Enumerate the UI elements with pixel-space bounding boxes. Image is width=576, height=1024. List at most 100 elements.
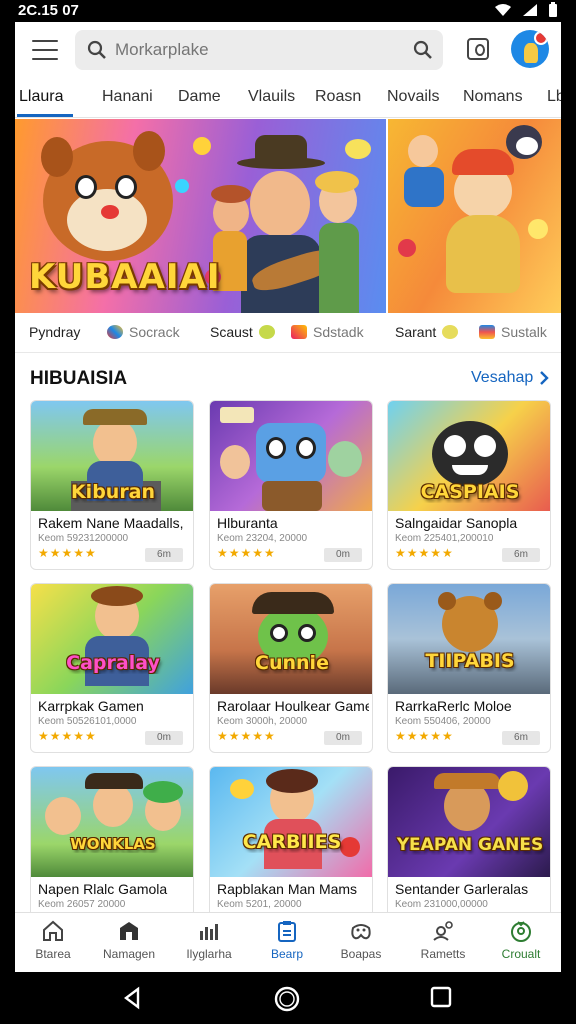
strip-item-sarant[interactable]: Sarant bbox=[395, 324, 459, 340]
clipboard-icon bbox=[278, 921, 296, 942]
top-bar bbox=[15, 22, 561, 78]
game-size: 0m bbox=[324, 548, 362, 562]
game-thumbnail: CARBIIES bbox=[210, 767, 372, 877]
game-card[interactable]: Cunnie Rarolaar Houlkear Game Keom 3000h… bbox=[209, 583, 373, 753]
sustalk-icon bbox=[479, 325, 495, 339]
bottom-nav: Btarea Namagen Ilyglarha Bearp Boapas Ra… bbox=[15, 912, 561, 972]
game-name: Salngaidar Sanopla bbox=[395, 515, 518, 531]
system-navigation-bar bbox=[0, 972, 576, 1024]
game-thumbnail: Kiburan bbox=[31, 401, 193, 511]
game-thumbnail: CASPIAIS bbox=[388, 401, 550, 511]
search-icon bbox=[87, 40, 106, 59]
star-rating: ★★★★★ bbox=[38, 729, 97, 743]
sdstadk-icon bbox=[291, 325, 307, 339]
game-size: 6m bbox=[502, 731, 540, 745]
game-meta: Keom 26057 20000 bbox=[38, 899, 126, 910]
game-name: Rakem Nane Maadalls, bbox=[38, 515, 184, 531]
app-window: Llaura Hanani Dame Vlauils Roasn Novails… bbox=[15, 22, 561, 972]
game-card[interactable]: CASPIAIS Salngaidar Sanopla Keom 225401,… bbox=[387, 400, 551, 570]
tab-llaura[interactable]: Llaura bbox=[19, 88, 63, 106]
game-card[interactable]: Hlburanta Keom 23204, 20000 ★★★★★ 0m bbox=[209, 400, 373, 570]
game-meta: Keom 5201, 20000 bbox=[217, 899, 302, 910]
game-name: Sentander Garleralas bbox=[395, 881, 529, 897]
banner-side-image[interactable] bbox=[388, 119, 561, 313]
tab-indicator bbox=[17, 114, 73, 117]
game-card[interactable]: CARBIIES Rapblakan Man Mams Keom 5201, 2… bbox=[209, 766, 373, 936]
game-thumbnail: Cunnie bbox=[210, 584, 372, 694]
chart-icon bbox=[200, 924, 218, 940]
menu-icon[interactable] bbox=[29, 36, 61, 64]
game-meta: Keom 59231200000 bbox=[38, 533, 129, 544]
avatar[interactable] bbox=[511, 30, 549, 68]
search-input[interactable] bbox=[115, 30, 405, 70]
game-meta: Keom 23204, 20000 bbox=[217, 533, 308, 544]
tab-novails[interactable]: Novails bbox=[387, 88, 439, 106]
tab-nomans[interactable]: Nomans bbox=[463, 88, 523, 106]
star-rating: ★★★★★ bbox=[217, 729, 276, 743]
game-name: Hlburanta bbox=[217, 515, 278, 531]
home-button-icon[interactable] bbox=[274, 986, 300, 1012]
game-card[interactable]: WONKLAS Napen Rlalc Gamola Keom 26057 20… bbox=[30, 766, 194, 936]
sarant-icon bbox=[442, 325, 459, 339]
tab-vlauils[interactable]: Vlauils bbox=[248, 88, 295, 106]
game-name: Karrpkak Gamen bbox=[38, 698, 144, 714]
nav-croualt[interactable]: Croualt bbox=[483, 919, 559, 961]
game-meta: Keom 225401,200010 bbox=[395, 533, 494, 544]
bag-icon[interactable] bbox=[467, 38, 489, 60]
game-card[interactable]: Kiburan Rakem Nane Maadalls, Keom 592312… bbox=[30, 400, 194, 570]
search-submit-icon[interactable] bbox=[413, 40, 433, 60]
strip-item-sustalk[interactable]: Sustalk bbox=[479, 324, 547, 340]
strip-item-pyndray[interactable]: Pyndray bbox=[29, 324, 80, 340]
status-bar: 2C.15 07 bbox=[0, 0, 576, 22]
scaust-icon bbox=[258, 325, 275, 339]
category-tabs: Llaura Hanani Dame Vlauils Roasn Novails… bbox=[15, 78, 561, 118]
tab-dame[interactable]: Dame bbox=[178, 88, 221, 106]
game-thumbnail: TIIPABIS bbox=[388, 584, 550, 694]
socrack-icon bbox=[107, 325, 123, 339]
signal-icon bbox=[523, 4, 537, 16]
battery-icon bbox=[549, 2, 557, 17]
game-thumbnail: WONKLAS bbox=[31, 767, 193, 877]
nav-home[interactable]: Btarea bbox=[15, 919, 91, 961]
banner-main-image[interactable]: KUBAAIAI bbox=[15, 119, 386, 313]
banner-title: KUBAAIAI bbox=[29, 257, 221, 297]
game-size: 0m bbox=[324, 731, 362, 745]
alert-person-icon bbox=[433, 921, 453, 941]
notification-dot bbox=[534, 31, 548, 45]
nav-boapas[interactable]: Boapas bbox=[323, 919, 399, 961]
search-box[interactable] bbox=[75, 30, 443, 70]
strip-item-sdstadk[interactable]: Sdstadk bbox=[291, 324, 364, 340]
strip-item-scaust[interactable]: Scaust bbox=[210, 324, 275, 340]
home-icon bbox=[43, 920, 63, 941]
star-rating: ★★★★★ bbox=[395, 546, 454, 560]
game-size: 6m bbox=[145, 548, 183, 562]
game-card[interactable]: TIIPABIS RarrkaRerlc Moloe Keom 550406, … bbox=[387, 583, 551, 753]
nav-ilyglarha[interactable]: Ilyglarha bbox=[171, 919, 247, 961]
game-name: Rarolaar Houlkear Game bbox=[217, 698, 369, 714]
view-all-link[interactable]: Vesahap bbox=[471, 369, 549, 387]
back-icon[interactable] bbox=[120, 986, 144, 1010]
strip-item-socrack[interactable]: Socrack bbox=[107, 324, 180, 340]
nav-rametts[interactable]: Rametts bbox=[405, 919, 481, 961]
game-size: 0m bbox=[145, 731, 183, 745]
game-card[interactable]: Capralay Karrpkak Gamen Keom 50526101,00… bbox=[30, 583, 194, 753]
star-rating: ★★★★★ bbox=[395, 729, 454, 743]
game-meta: Keom 550406, 20000 bbox=[395, 716, 491, 727]
game-thumbnail bbox=[210, 401, 372, 511]
game-size: 6m bbox=[502, 548, 540, 562]
tab-roasn[interactable]: Roasn bbox=[315, 88, 361, 106]
game-name: Rapblakan Man Mams bbox=[217, 881, 358, 897]
tab-lb[interactable]: Lb bbox=[547, 88, 561, 106]
game-thumbnail: Capralay bbox=[31, 584, 193, 694]
game-name: RarrkaRerlc Moloe bbox=[395, 698, 512, 714]
featured-banner[interactable]: KUBAAIAI bbox=[15, 119, 561, 313]
circle-account-icon bbox=[511, 921, 531, 942]
tab-hanani[interactable]: Hanani bbox=[102, 88, 153, 106]
gamepad-icon bbox=[351, 924, 371, 940]
recents-icon[interactable] bbox=[430, 986, 452, 1008]
nav-namagen[interactable]: Namagen bbox=[91, 919, 167, 961]
game-card[interactable]: YEAPAN GANES Sentander Garleralas Keom 2… bbox=[387, 766, 551, 936]
wifi-icon bbox=[495, 4, 511, 16]
nav-bearp[interactable]: Bearp bbox=[249, 919, 325, 961]
game-name: Napen Rlalc Gamola bbox=[38, 881, 168, 897]
